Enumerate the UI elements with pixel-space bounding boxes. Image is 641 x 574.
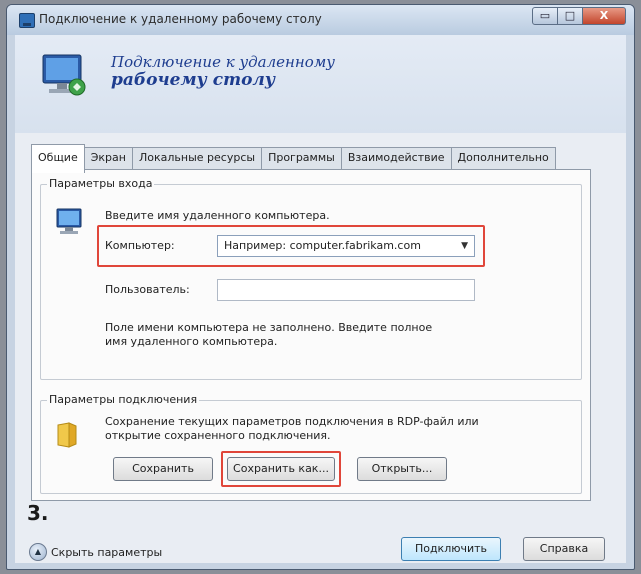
- banner-title-line2: рабочему столу: [111, 70, 276, 90]
- tab-experience[interactable]: Взаимодействие: [340, 147, 452, 170]
- open-button[interactable]: Открыть...: [357, 457, 447, 481]
- user-label: Пользователь:: [105, 283, 190, 296]
- minimize-button[interactable]: ▭: [532, 7, 558, 25]
- close-button[interactable]: X: [582, 7, 626, 25]
- connection-desc-line1: Сохранение текущих параметров подключени…: [105, 415, 479, 428]
- tab-general[interactable]: Общие: [31, 144, 85, 173]
- tab-local-resources[interactable]: Локальные ресурсы: [131, 147, 263, 170]
- hint-line1: Поле имени компьютера не заполнено. Введ…: [105, 321, 433, 334]
- remote-desktop-icon: [19, 13, 35, 28]
- user-input[interactable]: [217, 279, 475, 301]
- tab-programs[interactable]: Программы: [261, 147, 342, 170]
- login-settings-group: Параметры входа Введите имя удаленного к…: [40, 177, 582, 380]
- connection-desc-line2: открытие сохраненного подключения.: [105, 429, 331, 442]
- computer-icon: [56, 208, 82, 234]
- hide-options-label[interactable]: Скрыть параметры: [51, 546, 162, 559]
- client-area: Подключение к удаленному рабочему столу …: [15, 35, 626, 563]
- save-button[interactable]: Сохранить: [113, 457, 213, 481]
- maximize-button[interactable]: □: [557, 7, 583, 25]
- highlight-computer-field: [97, 225, 485, 267]
- step-marker: 3.: [27, 501, 49, 525]
- folder-icon: [57, 422, 77, 448]
- banner-title-line1: Подключение к удаленному: [111, 53, 335, 71]
- banner: Подключение к удаленному рабочему столу: [15, 35, 626, 133]
- chevron-up-icon[interactable]: ▲: [29, 543, 47, 561]
- help-button[interactable]: Справка: [523, 537, 605, 561]
- tab-display[interactable]: Экран: [83, 147, 133, 170]
- remote-desktop-monitor-icon: [42, 54, 86, 96]
- connection-group-title: Параметры подключения: [47, 393, 200, 406]
- rdp-window: Подключение к удаленному рабочему столу …: [6, 4, 635, 570]
- connection-settings-group: Параметры подключения Сохранение текущих…: [40, 393, 582, 494]
- login-group-title: Параметры входа: [47, 177, 155, 190]
- window-title: Подключение к удаленному рабочему столу: [39, 12, 322, 26]
- banner-title: Подключение к удаленному рабочему столу: [111, 53, 371, 89]
- connect-button[interactable]: Подключить: [401, 537, 501, 561]
- tab-panel-general: Параметры входа Введите имя удаленного к…: [31, 169, 591, 501]
- highlight-save-as: [221, 451, 341, 487]
- hint-line2: имя удаленного компьютера.: [105, 335, 278, 348]
- tab-advanced[interactable]: Дополнительно: [450, 147, 556, 170]
- hide-options-toggle[interactable]: ▲ Скрыть параметры: [29, 543, 162, 561]
- window-controls: ▭ □ X: [532, 7, 626, 25]
- title-bar: Подключение к удаленному рабочему столу …: [7, 5, 634, 35]
- enter-computer-prompt: Введите имя удаленного компьютера.: [105, 209, 330, 222]
- tab-strip: Общие Экран Локальные ресурсы Программы …: [31, 144, 556, 173]
